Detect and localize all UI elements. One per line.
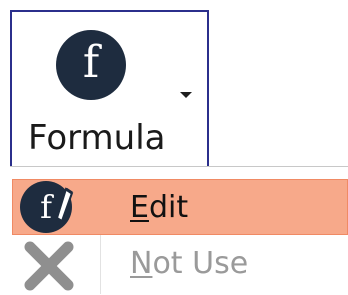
formula-button-label: Formula <box>28 118 166 158</box>
formula-edit-glyph: f <box>40 188 52 226</box>
menu-item-not-use[interactable]: Not Use <box>10 239 348 295</box>
formula-edit-icon: f <box>18 181 80 235</box>
menu-item-not-use-mnemonic: N <box>130 246 153 281</box>
menu-item-edit-mnemonic: E <box>130 190 149 225</box>
formula-dropdown-menu: f Edit Not Use <box>10 166 348 294</box>
menu-item-edit-label: Edit <box>130 190 188 225</box>
menu-item-edit-label-rest: dit <box>148 190 189 225</box>
menu-item-not-use-label: Not Use <box>130 246 248 281</box>
close-x-icon <box>24 241 74 291</box>
formula-split-button[interactable]: f Formula <box>10 10 209 168</box>
dropdown-arrow-icon[interactable] <box>180 92 192 98</box>
pencil-icon <box>55 187 74 227</box>
formula-f-icon: f <box>56 30 126 100</box>
formula-icon-glyph: f <box>82 37 100 88</box>
menu-item-not-use-label-rest: ot Use <box>152 246 249 281</box>
menu-item-edit[interactable]: f Edit <box>10 179 348 237</box>
